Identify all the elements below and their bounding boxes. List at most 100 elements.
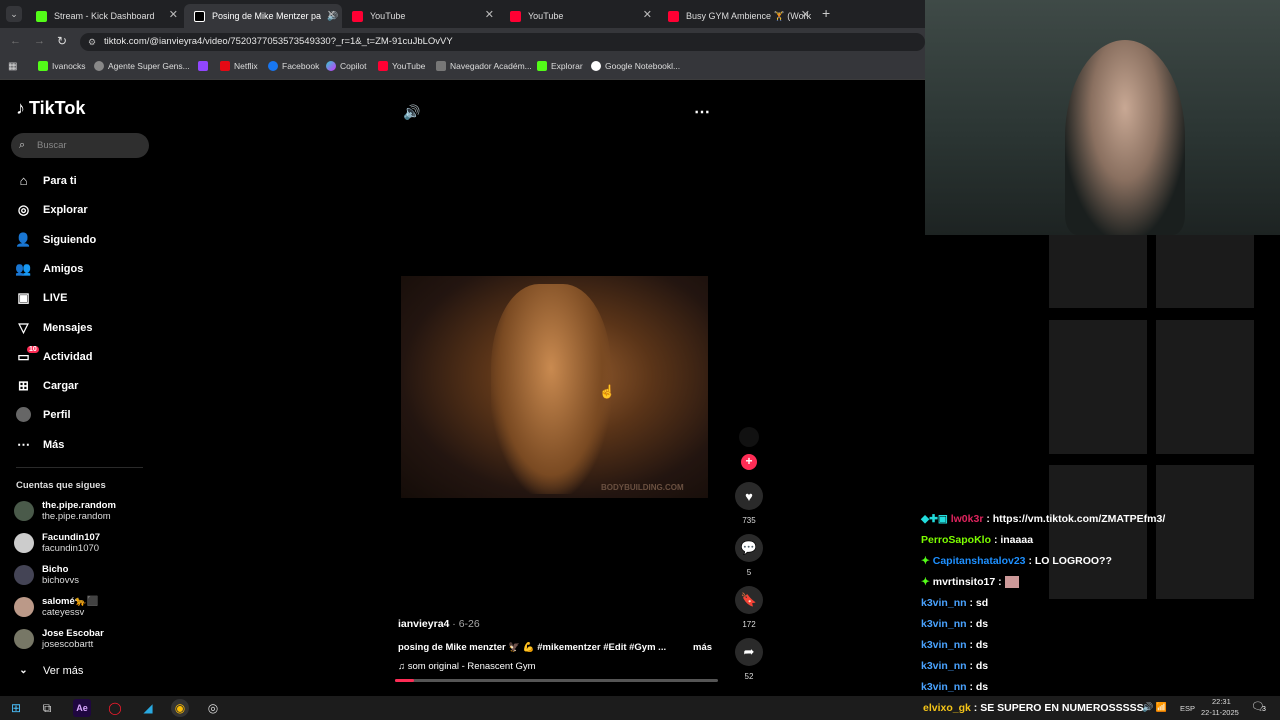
caption-more-button[interactable]: más — [693, 642, 712, 653]
nav-live[interactable]: ▣ LIVE — [16, 290, 67, 305]
bookmark-facebook[interactable]: Facebook — [268, 61, 319, 71]
chat-text: : ds — [969, 618, 989, 630]
tab-youtube-1[interactable]: YouTube ✕ — [342, 4, 500, 28]
video-author-line[interactable]: ianvieyra4 · 6-26 — [398, 618, 480, 630]
account-item[interactable]: Bicho bichovvs — [14, 564, 79, 586]
save-button[interactable]: 🔖 172 — [735, 586, 763, 629]
account-item[interactable]: salomé🐆⬛ cateyessv — [14, 596, 98, 618]
like-button[interactable]: ♥ 735 — [735, 482, 763, 525]
sound-line[interactable]: ♫ som original - Renascent Gym — [398, 661, 536, 672]
author-avatar[interactable] — [739, 427, 759, 447]
url-text: tiktok.com/@ianvieyra4/video/75203770535… — [104, 36, 453, 47]
search-input[interactable]: ⌕ Buscar — [11, 133, 149, 158]
obs-icon[interactable]: ◎ — [204, 699, 222, 717]
chat-text: : LO LOGROO?? — [1028, 555, 1112, 567]
nav-mas[interactable]: ⋯ Más — [16, 437, 64, 452]
video-player[interactable]: BODYBUILDING.COM — [401, 276, 708, 498]
tab-gym-ambience[interactable]: Busy GYM Ambience 🏋 (Work ✕ — [658, 4, 816, 28]
close-icon[interactable]: ✕ — [327, 8, 336, 21]
bookmark-agente[interactable]: Agente Super Gens... — [94, 61, 190, 71]
app-icon[interactable]: ◢ — [139, 699, 157, 717]
language-indicator[interactable]: ESP — [1180, 704, 1195, 713]
following-title: Cuentas que sigues — [16, 480, 106, 491]
nav-siguiendo[interactable]: 👤 Siguiendo — [15, 232, 96, 247]
bookmark-label: Ivanocks — [52, 61, 86, 71]
apps-icon[interactable]: ▦ — [8, 61, 17, 72]
share-button[interactable]: ➦ 52 — [735, 638, 763, 681]
nav-cargar[interactable]: ⊞ Cargar — [16, 378, 78, 393]
close-icon[interactable]: ✕ — [169, 8, 178, 21]
back-icon[interactable]: ← — [10, 35, 21, 47]
chat-user: k3vin_nn — [921, 660, 967, 672]
nav-para-ti[interactable]: ⌂ Para ti — [16, 173, 77, 188]
clock-date[interactable]: 22-11-2025 — [1201, 708, 1239, 717]
sound-name: som original - Renascent Gym — [407, 661, 536, 672]
nav-label: Actividad — [43, 350, 93, 363]
bookmark-ivanocks[interactable]: Ivanocks — [38, 61, 86, 71]
url-field[interactable]: ⚙ tiktok.com/@ianvieyra4/video/752037705… — [80, 33, 925, 51]
windows-start-icon[interactable]: ⊞ — [7, 699, 25, 717]
nav-mensajes[interactable]: ▽ Mensajes — [16, 320, 93, 335]
follow-plus-icon[interactable]: + — [741, 454, 757, 470]
streamer-silhouette — [1065, 40, 1185, 235]
opera-icon[interactable]: ◯ — [106, 699, 124, 717]
chat-text: : inaaaa — [993, 534, 1034, 546]
tab-search-button[interactable]: ⌄ — [6, 6, 22, 22]
post-date: 6-26 — [458, 618, 480, 630]
tab-youtube-2[interactable]: YouTube ✕ — [500, 4, 658, 28]
nav-perfil[interactable]: Perfil — [16, 407, 71, 422]
after-effects-icon[interactable]: Ae — [73, 699, 91, 717]
account-user: facundin1070 — [42, 543, 100, 554]
heart-icon: ♥ — [735, 482, 763, 510]
tab-kick-dashboard[interactable]: Stream - Kick Dashboard ✕ — [26, 4, 184, 28]
search-placeholder: Buscar — [37, 140, 67, 151]
nav-label: LIVE — [43, 291, 68, 304]
tray-icons[interactable]: 🔊 📶 — [1142, 702, 1167, 713]
task-view-icon[interactable]: ⧉ — [38, 699, 56, 717]
reload-icon[interactable]: ↻ — [57, 34, 67, 48]
search-icon: ⌕ — [19, 139, 26, 151]
volume-icon[interactable]: 🔊 — [403, 104, 420, 121]
copilot-icon — [326, 61, 336, 71]
chat-message: k3vin_nn : sd — [921, 597, 988, 609]
bookmark-youtube[interactable]: YouTube — [378, 61, 425, 71]
chrome-icon[interactable]: ◉ — [171, 699, 189, 717]
new-tab-button[interactable]: + — [822, 5, 830, 21]
clock-time[interactable]: 22:31 — [1212, 697, 1231, 706]
account-item[interactable]: Facundin107 facundin1070 — [14, 532, 100, 554]
site-info-icon[interactable]: ⚙ — [88, 33, 96, 51]
bookmark-twitch[interactable] — [198, 61, 208, 71]
comment-button[interactable]: 💬 5 — [735, 534, 763, 577]
avatar — [14, 629, 34, 649]
avatar — [16, 407, 31, 422]
close-icon[interactable]: ✕ — [801, 8, 810, 21]
music-note-icon: ♫ — [398, 661, 406, 672]
account-user: cateyessv — [42, 607, 85, 618]
video-progress-track[interactable] — [395, 679, 718, 682]
account-item[interactable]: Jose Escobar josescobartt — [14, 628, 104, 650]
sidebar-divider — [16, 467, 143, 468]
bookmark-notebooklm[interactable]: Google Notebookl... — [591, 61, 680, 71]
nav-explorar[interactable]: ◎ Explorar — [16, 202, 88, 217]
close-icon[interactable]: ✕ — [485, 8, 494, 21]
overlay-tile — [1156, 465, 1254, 599]
chat-user: mvrtinsito17 — [932, 576, 996, 588]
bookmark-netflix[interactable]: Netflix — [220, 61, 258, 71]
overlay-tile — [1049, 465, 1147, 599]
more-options-icon[interactable]: ⋯ — [694, 102, 710, 122]
nav-amigos[interactable]: 👥 Amigos — [15, 261, 83, 276]
nav-label: Perfil — [43, 408, 71, 421]
bookmark-navegador[interactable]: Navegador Académ... — [436, 61, 532, 71]
bookmark-explorar[interactable]: Explorar — [537, 61, 583, 71]
account-item[interactable]: the.pipe.random the.pipe.random — [14, 500, 116, 522]
bookmark-copilot[interactable]: Copilot — [326, 61, 366, 71]
tab-tiktok-active[interactable]: Posing de Mike Mentzer pa 🔊 ✕ — [184, 4, 342, 28]
tiktok-icon — [194, 10, 205, 22]
close-icon[interactable]: ✕ — [643, 8, 652, 21]
see-more-button[interactable]: ⌄ Ver más — [16, 663, 83, 678]
forward-icon[interactable]: → — [34, 35, 45, 47]
tiktok-logo[interactable]: ♪ TikTok — [16, 98, 85, 119]
notebooklm-icon — [591, 61, 601, 71]
nav-label: Cargar — [43, 379, 79, 392]
nav-label: Mensajes — [43, 321, 93, 334]
